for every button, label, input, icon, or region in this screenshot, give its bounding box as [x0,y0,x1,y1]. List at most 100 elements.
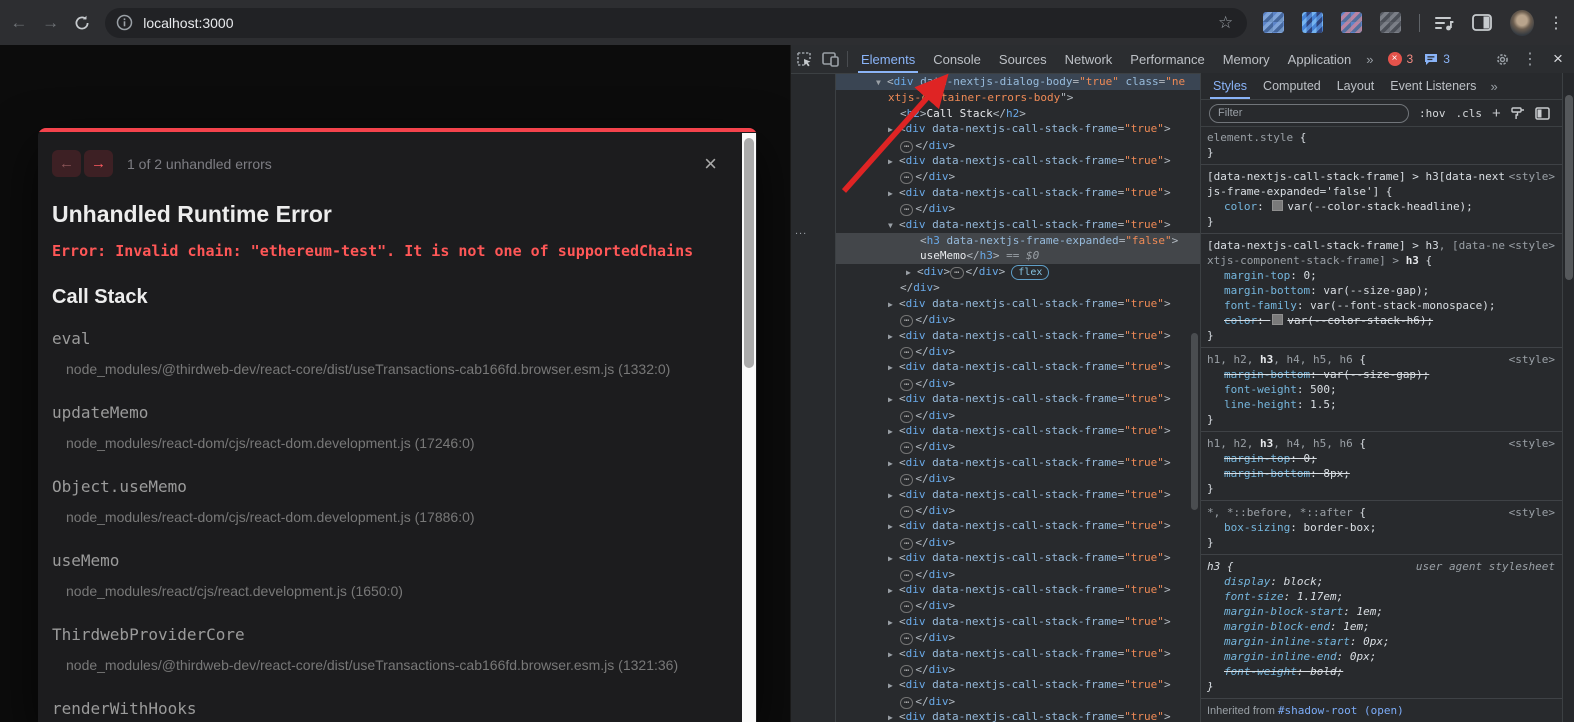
css-selector[interactable]: *, *::before, *::after { [1207,505,1557,520]
color-swatch[interactable] [1272,314,1283,325]
expand-arrow-icon[interactable]: ▶ [888,424,899,439]
inspect-element-icon[interactable] [791,47,817,71]
stylesheet-origin-link[interactable]: <style> [1509,238,1555,253]
css-declaration[interactable]: font-weight: 500; [1207,382,1557,397]
expand-arrow-icon[interactable]: ▶ [888,551,899,566]
tab-elements[interactable]: Elements [852,46,924,73]
dom-tree-node[interactable]: ⋯</div> [836,312,1200,327]
dom-tree-node[interactable]: ▶<div data-nextjs-call-stack-frame="true… [836,185,1200,201]
toggle-classes-button[interactable]: .cls [1456,107,1483,120]
dom-tree-node[interactable]: ⋯</div> [836,535,1200,550]
stack-frame-name[interactable]: Object.useMemo [52,477,743,496]
css-declaration[interactable]: font-size: 1.17em; [1207,589,1557,604]
next-error-button[interactable]: → [84,150,113,177]
dom-tree-node[interactable]: ▶<div data-nextjs-call-stack-frame="true… [836,487,1200,503]
forward-button[interactable]: → [38,9,64,37]
side-panel-icon[interactable] [1472,14,1492,31]
flex-badge[interactable]: flex [1011,265,1049,280]
site-info-icon[interactable] [116,14,133,31]
media-controls-icon[interactable] [1434,14,1454,32]
css-selector[interactable]: h1, h2, h3, h4, h5, h6 { [1207,352,1557,367]
tab-console[interactable]: Console [924,46,990,73]
settings-gear-icon[interactable] [1489,47,1515,71]
dom-tree-node[interactable]: ▶<div data-nextjs-call-stack-frame="true… [836,518,1200,534]
stack-frame-name[interactable]: updateMemo [52,403,743,422]
stack-frame-name[interactable]: eval [52,329,743,348]
dom-tree-node[interactable]: <h3 data-nextjs-frame-expanded="false"> [836,233,1200,248]
styles-scrollbar[interactable] [1562,73,1574,722]
profile-avatar[interactable] [1510,10,1534,36]
css-declaration[interactable]: margin-inline-start: 0px; [1207,634,1557,649]
node-menu-dots[interactable]: ... [795,225,807,237]
dialog-scrollbar-thumb[interactable] [744,138,754,368]
dom-tree-node[interactable]: ▶<div data-nextjs-call-stack-frame="true… [836,709,1200,722]
dom-tree-node[interactable]: ⋯</div> [836,598,1200,613]
reload-button[interactable] [69,9,95,37]
dom-tree-node[interactable]: xtjs-container-errors-body"> [836,90,1200,105]
collapsed-content-icon[interactable]: ⋯ [900,570,913,582]
dialog-scrollbar[interactable] [742,133,756,722]
more-panels-chevron[interactable]: » [1360,52,1379,67]
dom-tree-node[interactable]: ▶<div data-nextjs-call-stack-frame="true… [836,550,1200,566]
collapsed-content-icon[interactable]: ⋯ [900,347,913,359]
collapsed-content-icon[interactable]: ⋯ [900,601,913,613]
expand-arrow-icon[interactable]: ▶ [888,488,899,503]
expand-arrow-icon[interactable]: ▶ [888,186,899,201]
tab-memory[interactable]: Memory [1214,46,1279,73]
dom-tree-node[interactable]: ▶<div data-nextjs-call-stack-frame="true… [836,582,1200,598]
dom-tree-node[interactable]: ⋯</div> [836,503,1200,518]
dom-tree-node[interactable]: ▶<div data-nextjs-call-stack-frame="true… [836,423,1200,439]
sidebar-tab-computed[interactable]: Computed [1255,73,1329,99]
dom-tree-node[interactable]: ▶<div data-nextjs-call-stack-frame="true… [836,328,1200,344]
styles-scrollbar-thumb[interactable] [1565,95,1573,280]
toggle-hover-state-button[interactable]: :hov [1419,107,1446,120]
css-declaration[interactable]: margin-bottom: var(--size-gap); [1207,367,1557,382]
collapsed-content-icon[interactable]: ⋯ [900,506,913,518]
dom-tree-node[interactable]: ⋯</div> [836,694,1200,709]
collapsed-content-icon[interactable]: ⋯ [900,411,913,423]
sidebar-tab-styles[interactable]: Styles [1205,73,1255,99]
dom-tree-node[interactable]: ▶<div data-nextjs-call-stack-frame="true… [836,296,1200,312]
dom-tree-node[interactable]: ▶<div data-nextjs-call-stack-frame="true… [836,455,1200,471]
dom-tree-node[interactable]: <h2>Call Stack</h2> [836,106,1200,121]
collapsed-content-icon[interactable]: ⋯ [900,204,913,216]
dom-tree-node[interactable]: ⋯</div> [836,169,1200,184]
rendering-emulation-icon[interactable] [1511,106,1525,120]
tab-application[interactable]: Application [1279,46,1361,73]
expand-arrow-icon[interactable]: ▶ [888,583,899,598]
extension-icon-3[interactable] [1341,12,1362,33]
css-selector[interactable]: [data-nextjs-call-stack-frame] > h3[data… [1207,169,1557,199]
dom-tree-node[interactable]: ▶<div data-nextjs-call-stack-frame="true… [836,153,1200,169]
collapsed-content-icon[interactable]: ⋯ [900,538,913,550]
collapsed-content-icon[interactable]: ⋯ [900,633,913,645]
sidebar-tab-layout[interactable]: Layout [1329,73,1383,99]
css-declaration[interactable]: font-family: var(--font-stack-monospace)… [1207,298,1557,313]
css-selector[interactable]: element.style { [1207,130,1557,145]
dom-tree-node[interactable]: ▼<div data-nextjs-call-stack-frame="true… [836,217,1200,233]
dom-tree-node[interactable]: ▶<div data-nextjs-call-stack-frame="true… [836,391,1200,407]
tab-performance[interactable]: Performance [1121,46,1213,73]
expand-arrow-icon[interactable]: ▶ [888,154,899,169]
expand-arrow-icon[interactable]: ▶ [888,678,899,693]
collapsed-content-icon[interactable]: ⋯ [900,315,913,327]
expand-arrow-icon[interactable]: ▶ [888,456,899,471]
collapsed-content-icon[interactable]: ⋯ [900,665,913,677]
devtools-menu-icon[interactable]: ⋮ [1517,47,1543,71]
close-error-dialog-button[interactable]: × [704,153,717,175]
css-declaration[interactable]: margin-bottom: 8px; [1207,466,1557,481]
expand-arrow-icon[interactable]: ▶ [888,615,899,630]
bookmark-star-icon[interactable]: ☆ [1218,13,1233,33]
css-declaration[interactable]: line-height: 1.5; [1207,397,1557,412]
sidebar-tab-event-listeners[interactable]: Event Listeners [1382,73,1484,99]
collapsed-content-icon[interactable]: ⋯ [900,697,913,709]
dom-tree-node[interactable]: ▶<div data-nextjs-call-stack-frame="true… [836,646,1200,662]
css-selector[interactable]: [data-nextjs-call-stack-frame] > h3, [da… [1207,238,1557,268]
dom-tree-node[interactable]: useMemo</h3> == $0 [836,248,1200,263]
css-declaration[interactable]: margin-block-end: 1em; [1207,619,1557,634]
expand-arrow-icon[interactable]: ▶ [888,647,899,662]
dom-tree-node[interactable]: ⋯</div> [836,630,1200,645]
stack-frame-name[interactable]: useMemo [52,551,743,570]
browser-menu-icon[interactable]: ⋮ [1548,13,1564,33]
dom-tree-node[interactable]: ▶<div data-nextjs-call-stack-frame="true… [836,121,1200,137]
url-bar[interactable]: localhost:3000 ☆ [105,8,1247,38]
